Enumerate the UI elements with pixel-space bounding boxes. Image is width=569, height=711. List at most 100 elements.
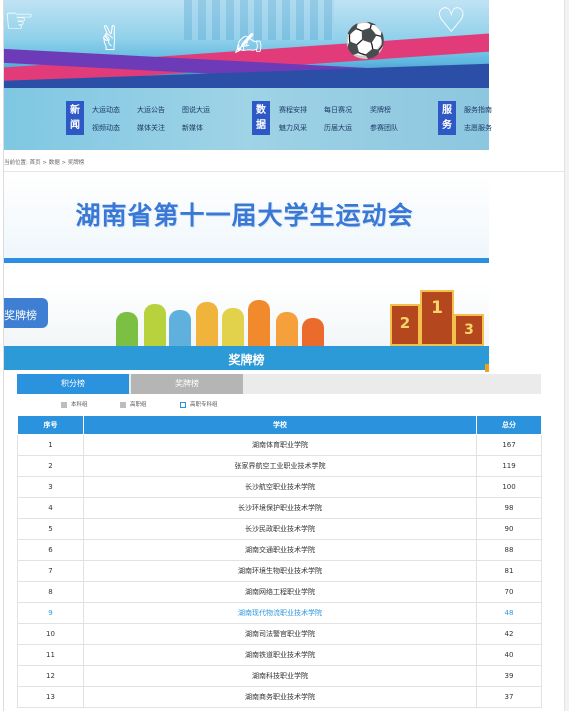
table-row[interactable]: 12 湖南科技职业学院 39 <box>17 665 542 687</box>
legend-label: 高职组 <box>130 402 147 408</box>
table-row[interactable]: 5 长沙民政职业技术学院 90 <box>17 518 542 540</box>
table-row[interactable]: 13 湖南商务职业技术学院 37 <box>17 686 542 708</box>
tab-medals[interactable]: 奖牌榜 <box>131 374 243 394</box>
table-row[interactable]: 6 湖南交通职业技术学院 88 <box>17 539 542 561</box>
scrollbar[interactable] <box>564 0 569 711</box>
rank-cell: 2 <box>17 455 84 477</box>
school-cell: 湖南网络工程职业学院 <box>83 581 477 603</box>
rank-cell: 8 <box>17 581 84 603</box>
score-cell: 167 <box>476 434 542 456</box>
score-cell: 98 <box>476 497 542 519</box>
school-cell: 湖南科技职业学院 <box>83 665 477 687</box>
section-corner-accent <box>485 364 489 372</box>
school-cell: 长沙民政职业技术学院 <box>83 518 477 540</box>
dancer-icon: ♡ <box>436 1 467 41</box>
tab-points[interactable]: 积分榜 <box>17 374 129 394</box>
nav-link[interactable]: 奖牌榜 <box>370 105 391 115</box>
rank-cell: 1 <box>17 434 84 456</box>
legend-swatch <box>180 401 186 408</box>
nav-link[interactable]: 魅力风采 <box>279 123 307 133</box>
table-row[interactable]: 3 长沙航空职业技术学院 100 <box>17 476 542 498</box>
nav-link[interactable]: 新媒体 <box>182 123 203 133</box>
section-title: 奖牌榜 <box>228 353 265 367</box>
dancer-figure <box>302 318 324 346</box>
table-row[interactable]: 2 张家界航空工业职业技术学院 119 <box>17 455 542 477</box>
legend-item-vocational[interactable]: 高职组 <box>120 400 147 408</box>
school-cell: 湖南现代物流职业技术学院 <box>83 602 477 624</box>
nav-badge-data[interactable]: 数据 <box>252 101 270 135</box>
school-cell: 长沙环境保护职业技术学院 <box>83 497 477 519</box>
table-row[interactable]: 7 湖南环境生物职业技术学院 81 <box>17 560 542 582</box>
column-header-rank[interactable]: 序号 <box>17 415 84 435</box>
table-row[interactable]: 4 长沙环境保护职业技术学院 98 <box>17 497 542 519</box>
score-cell: 70 <box>476 581 542 603</box>
javelin-athlete-icon: ✍ <box>234 25 263 65</box>
nav-badge-service[interactable]: 服务 <box>438 101 456 135</box>
score-cell: 90 <box>476 518 542 540</box>
legend-label: 本科组 <box>71 402 88 408</box>
rank-cell: 12 <box>17 665 84 687</box>
nav-link[interactable]: 每日赛况 <box>324 105 352 115</box>
nav-link[interactable]: 视频动态 <box>92 123 120 133</box>
school-cell: 湖南铁道职业技术学院 <box>83 644 477 666</box>
medal-tag-label: 奖牌榜 <box>4 309 37 322</box>
school-cell: 长沙航空职业技术学院 <box>83 476 477 498</box>
nav-link[interactable]: 志愿服务 <box>464 123 492 133</box>
legend-label: 高职专科组 <box>190 402 218 408</box>
ranking-table: 序号 学校 总分 1 湖南体育职业学院 167 2 张家界航空工业职业技术学院 119 … <box>17 415 542 708</box>
table-header-row: 序号 学校 总分 <box>17 415 542 435</box>
nav-badge-news[interactable]: 新闻 <box>66 101 84 135</box>
podium-third: 3 <box>454 314 484 346</box>
score-cell: 88 <box>476 539 542 561</box>
dancer-figure <box>276 312 298 346</box>
legend-item-undergrad[interactable]: 本科组 <box>61 400 88 408</box>
table-row[interactable]: 10 湖南司法警官职业学院 42 <box>17 623 542 645</box>
score-cell: 119 <box>476 455 542 477</box>
legend-swatch <box>120 401 126 408</box>
score-cell: 100 <box>476 476 542 498</box>
nav-link[interactable]: 参赛团队 <box>370 123 398 133</box>
medal-tag: 奖牌榜 <box>4 298 48 328</box>
hurdler-icon: ✌ <box>96 19 125 59</box>
breadcrumb-bar <box>4 150 564 172</box>
dancer-figure <box>248 300 270 346</box>
column-header-school[interactable]: 学校 <box>83 415 477 435</box>
page-title: 湖南省第十一届大学生运动会 <box>75 201 414 230</box>
nav-link[interactable]: 服务指南 <box>464 105 492 115</box>
rank-cell: 5 <box>17 518 84 540</box>
dancer-figure <box>144 304 166 346</box>
score-cell: 48 <box>476 602 542 624</box>
nav-link[interactable]: 历届大运 <box>324 123 352 133</box>
dancer-figure <box>196 302 218 346</box>
legend-item-vocational-college[interactable]: 高职专科组 <box>180 400 218 408</box>
table-row-highlighted[interactable]: 9 湖南现代物流职业技术学院 48 <box>17 602 542 624</box>
footballer-icon: ⚽ <box>344 21 387 61</box>
medal-banner: 奖牌榜 2 1 3 <box>4 282 489 346</box>
nav-link[interactable]: 大运动态 <box>92 105 120 115</box>
podium-graphic: 2 1 3 <box>390 282 486 346</box>
dancer-figure <box>169 310 191 346</box>
nav-link[interactable]: 图说大运 <box>182 105 210 115</box>
nav-link[interactable]: 大运公告 <box>137 105 165 115</box>
score-cell: 39 <box>476 665 542 687</box>
table-row[interactable]: 11 湖南铁道职业技术学院 40 <box>17 644 542 666</box>
podium-first: 1 <box>420 290 454 346</box>
rank-cell: 4 <box>17 497 84 519</box>
rank-cell: 3 <box>17 476 84 498</box>
breadcrumb: 当前位置: 首页 > 数据 > 奖牌榜 <box>4 160 85 166</box>
nav-link[interactable]: 赛程安排 <box>279 105 307 115</box>
gymnast-icon: ☞ <box>4 1 35 41</box>
podium-second: 2 <box>390 304 420 346</box>
rank-cell: 10 <box>17 623 84 645</box>
rank-cell: 9 <box>17 602 84 624</box>
table-row[interactable]: 8 湖南网络工程职业学院 70 <box>17 581 542 603</box>
school-cell: 湖南体育职业学院 <box>83 434 477 456</box>
column-header-score[interactable]: 总分 <box>476 415 542 435</box>
school-cell: 湖南环境生物职业技术学院 <box>83 560 477 582</box>
score-cell: 40 <box>476 644 542 666</box>
nav-link[interactable]: 媒体关注 <box>137 123 165 133</box>
school-cell: 张家界航空工业职业技术学院 <box>83 455 477 477</box>
score-cell: 81 <box>476 560 542 582</box>
score-cell: 42 <box>476 623 542 645</box>
table-row[interactable]: 1 湖南体育职业学院 167 <box>17 434 542 456</box>
